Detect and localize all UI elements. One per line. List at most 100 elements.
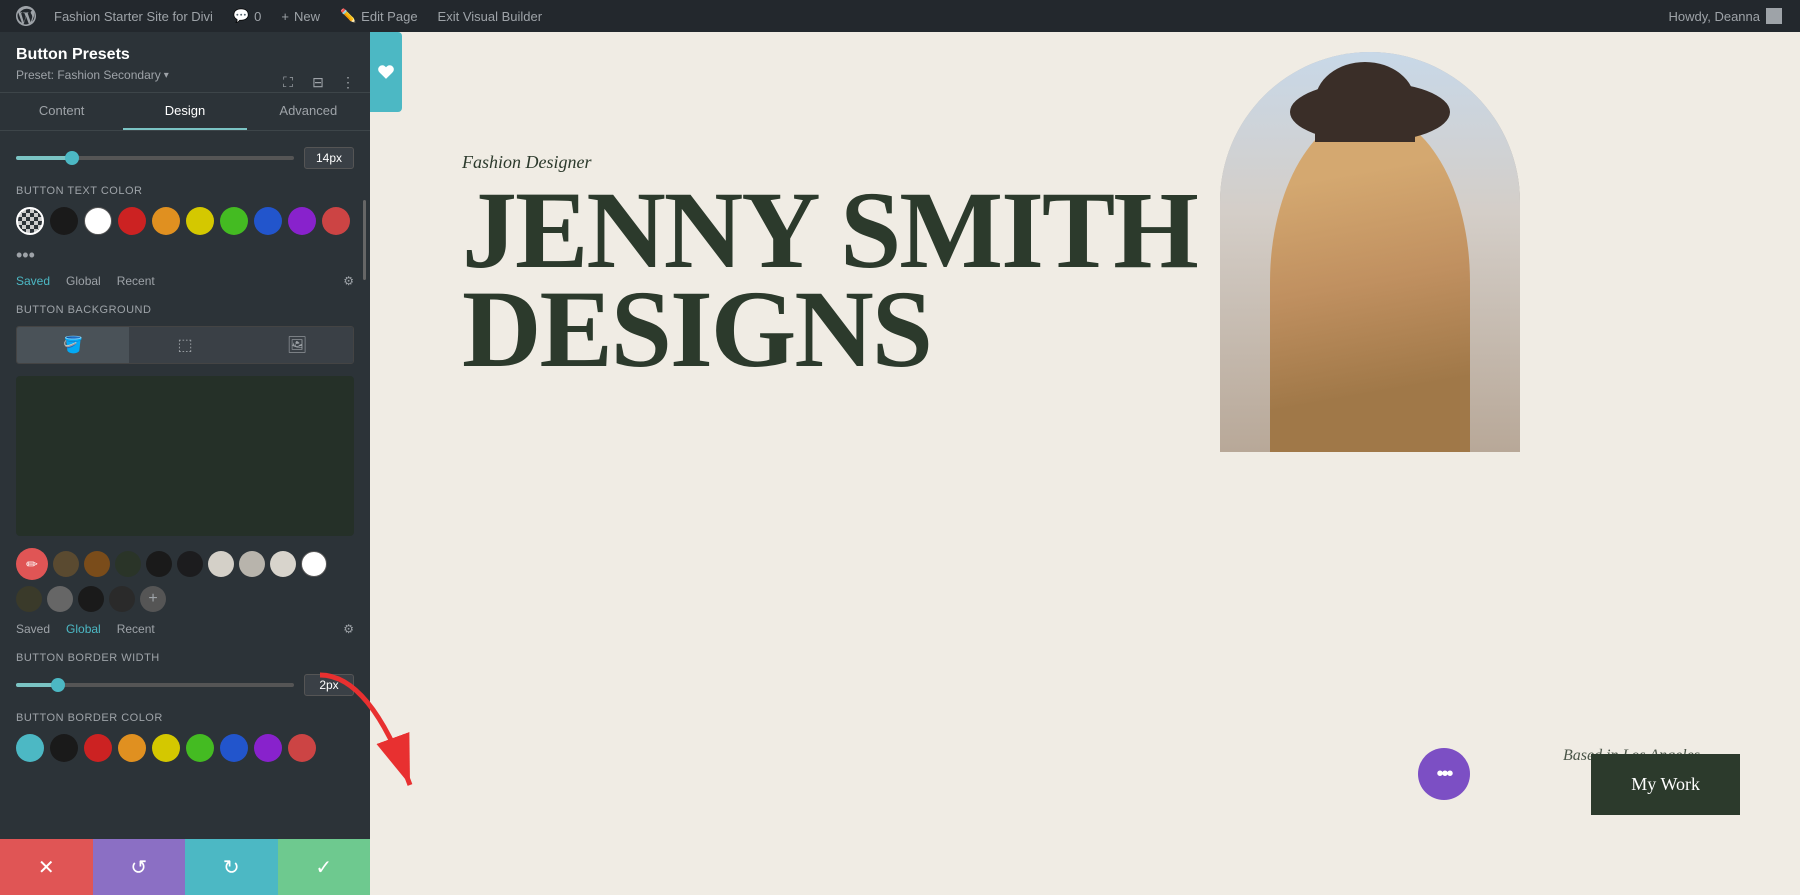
- global-tab[interactable]: Global: [66, 274, 101, 288]
- paint-bucket-icon: 🪣: [63, 335, 83, 355]
- button-border-color-label: Button Border Color: [16, 712, 354, 724]
- border-swatch-pinkred[interactable]: [288, 734, 316, 762]
- reset-button[interactable]: ↺: [93, 839, 186, 895]
- border-swatch-blue[interactable]: [220, 734, 248, 762]
- tab-advanced[interactable]: Advanced: [247, 93, 370, 130]
- font-size-section: 14px: [16, 147, 354, 169]
- bg-swatch-11[interactable]: [78, 586, 104, 612]
- color-swatch-pinkred[interactable]: [322, 207, 350, 235]
- panel-content-scroll[interactable]: 14px Button Text Color ••• Sav: [0, 131, 370, 839]
- color-swatch-black[interactable]: [50, 207, 78, 235]
- border-width-thumb[interactable]: [51, 678, 65, 692]
- border-swatch-red[interactable]: [84, 734, 112, 762]
- border-width-slider-row: 2px: [16, 674, 354, 696]
- redo-button[interactable]: ↻: [185, 839, 278, 895]
- new-link[interactable]: + New: [271, 0, 330, 32]
- user-greeting: Howdy, Deanna: [1658, 8, 1792, 24]
- color-swatch-purple[interactable]: [288, 207, 316, 235]
- split-view-icon[interactable]: ⊟: [306, 70, 330, 94]
- confirm-button[interactable]: ✓: [278, 839, 371, 895]
- font-size-track[interactable]: [16, 156, 294, 160]
- bg-color-preview[interactable]: [16, 376, 354, 536]
- bg-swatch-plus[interactable]: +: [140, 586, 166, 612]
- more-options-icon[interactable]: ⋮: [336, 70, 360, 94]
- bg-swatch-12[interactable]: [109, 586, 135, 612]
- wp-admin-bar: Fashion Starter Site for Divi 💬 0 + New …: [0, 0, 1800, 32]
- font-size-value[interactable]: 14px: [304, 147, 354, 169]
- bg-swatch-7[interactable]: [239, 551, 265, 577]
- bg-gradient-tab[interactable]: ⬚: [129, 327, 241, 363]
- border-swatch-black[interactable]: [50, 734, 78, 762]
- bg-image-tab[interactable]: 🖼: [241, 327, 353, 363]
- main-content-area: Fashion Designer JENNY SMITH DESIGNS Bas…: [402, 32, 1800, 895]
- tab-design[interactable]: Design: [123, 93, 246, 130]
- border-swatch-teal[interactable]: [16, 734, 44, 762]
- dots-menu-button[interactable]: •••: [1418, 748, 1470, 800]
- bg-swatch-4[interactable]: [146, 551, 172, 577]
- panel-header-actions: ⛶ ⊟ ⋮: [276, 70, 360, 94]
- color-swatch-white[interactable]: [84, 207, 112, 235]
- font-size-thumb[interactable]: [65, 151, 79, 165]
- bg-swatch-8[interactable]: [270, 551, 296, 577]
- comments-link[interactable]: 💬 0: [223, 0, 271, 32]
- border-color-swatches: [16, 734, 354, 762]
- color-dots-row: •••: [16, 245, 354, 266]
- border-swatch-purple[interactable]: [254, 734, 282, 762]
- wordpress-logo-icon[interactable]: [8, 0, 44, 32]
- new-plus-icon: +: [281, 9, 289, 24]
- toggle-panel-button[interactable]: [370, 32, 402, 112]
- cancel-button[interactable]: ✕: [0, 839, 93, 895]
- bg-solid-tab[interactable]: 🪣: [17, 327, 129, 363]
- user-avatar: [1766, 8, 1782, 24]
- main-title-line2: DESIGNS: [462, 268, 931, 390]
- button-presets-panel: Button Presets Preset: Fashion Secondary…: [0, 32, 370, 895]
- button-text-color-section: Button Text Color ••• Saved Global Recen…: [16, 185, 354, 288]
- border-swatch-orange[interactable]: [118, 734, 146, 762]
- bg-swatch-2[interactable]: [84, 551, 110, 577]
- bg-swatch-3[interactable]: [115, 551, 141, 577]
- border-swatch-green[interactable]: [186, 734, 214, 762]
- saved-tab[interactable]: Saved: [16, 274, 50, 288]
- color-swatch-orange[interactable]: [152, 207, 180, 235]
- color-swatch-red[interactable]: [118, 207, 146, 235]
- recent-tab[interactable]: Recent: [117, 274, 155, 288]
- tab-content[interactable]: Content: [0, 93, 123, 130]
- border-width-value[interactable]: 2px: [304, 674, 354, 696]
- bg-recent-tab[interactable]: Recent: [117, 622, 155, 636]
- more-colors-dots[interactable]: •••: [16, 245, 35, 266]
- panel-header: Button Presets Preset: Fashion Secondary…: [0, 32, 370, 93]
- bg-global-tab[interactable]: Global: [66, 622, 101, 636]
- bg-swatch-10[interactable]: [47, 586, 73, 612]
- bg-swatch-1[interactable]: [53, 551, 79, 577]
- bg-saved-tab[interactable]: Saved: [16, 622, 50, 636]
- color-swatch-blue[interactable]: [254, 207, 282, 235]
- font-size-slider-row: 14px: [16, 147, 354, 169]
- color-swatch-yellow[interactable]: [186, 207, 214, 235]
- gradient-icon: ⬚: [177, 335, 192, 355]
- color-settings-icon[interactable]: ⚙: [343, 274, 354, 288]
- button-text-color-label: Button Text Color: [16, 185, 354, 197]
- edit-page-label: Edit Page: [361, 9, 417, 24]
- color-swatch-transparent[interactable]: [16, 207, 44, 235]
- border-swatch-yellow[interactable]: [152, 734, 180, 762]
- color-swatch-green[interactable]: [220, 207, 248, 235]
- bg-type-tabs: 🪣 ⬚ 🖼: [16, 326, 354, 364]
- site-name-text: Fashion Starter Site for Divi: [54, 9, 213, 24]
- site-name-link[interactable]: Fashion Starter Site for Divi: [44, 0, 223, 32]
- edit-page-link[interactable]: ✏️ Edit Page: [330, 0, 428, 32]
- panel-actions-bar: ✕ ↺ ↻ ✓: [0, 839, 370, 895]
- bg-swatch-9[interactable]: [16, 586, 42, 612]
- my-work-button[interactable]: My Work: [1591, 754, 1740, 815]
- button-border-color-section: Button Border Color: [16, 712, 354, 762]
- redo-icon: ↻: [223, 855, 240, 880]
- bg-swatch-6[interactable]: [208, 551, 234, 577]
- bg-settings-icon[interactable]: ⚙: [343, 622, 354, 636]
- exit-builder-link[interactable]: Exit Visual Builder: [428, 0, 553, 32]
- edit-icon: ✏️: [340, 8, 356, 24]
- comments-icon: 💬: [233, 8, 249, 24]
- fullscreen-icon[interactable]: ⛶: [276, 70, 300, 94]
- bg-swatch-5[interactable]: [177, 551, 203, 577]
- border-width-track[interactable]: [16, 683, 294, 687]
- bg-swatch-add[interactable]: [301, 551, 327, 577]
- color-picker-btn[interactable]: ✏: [16, 548, 48, 580]
